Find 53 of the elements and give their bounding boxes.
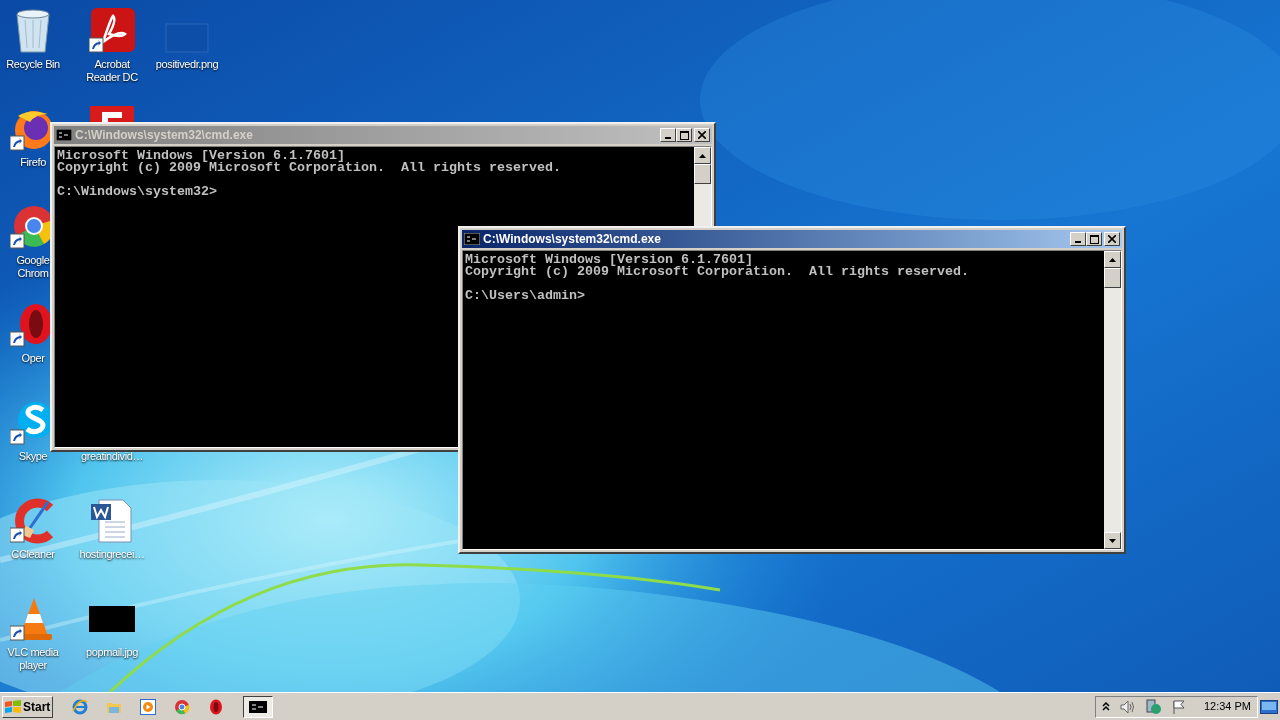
brush-logo-icon — [10, 498, 56, 544]
ring-logo-icon[interactable] — [208, 698, 225, 715]
command-prompt[interactable]: C:\Windows\system32> — [57, 186, 217, 198]
close-button[interactable] — [694, 128, 710, 142]
console-line: Copyright (c) 2009 Microsoft Corporation. All rights reserved. — [465, 266, 969, 278]
minimize-button[interactable] — [660, 128, 676, 142]
maximize-button[interactable] — [1086, 232, 1102, 246]
close-icon — [1108, 235, 1116, 243]
windows-logo-icon — [5, 699, 21, 714]
up-arrow-icon — [1109, 257, 1116, 262]
command-prompt[interactable]: C:\Users\admin> — [465, 290, 585, 302]
browser-ring-icon[interactable] — [174, 698, 191, 715]
down-arrow-icon — [1109, 538, 1116, 543]
pdf-icon — [89, 8, 135, 54]
console-line: Microsoft Windows [Version 6.1.7601] — [465, 254, 753, 266]
document-icon — [89, 498, 135, 544]
maximize-icon — [679, 130, 689, 140]
show-desktop-icon[interactable] — [1260, 699, 1278, 714]
window-title: C:\Windows\system32\cmd.exe — [75, 127, 254, 144]
console-line: Copyright (c) 2009 Microsoft Corporation. All rights reserved. — [57, 162, 561, 174]
icon-label[interactable]: Acrobat Reader DC — [79, 58, 145, 84]
title-bar[interactable]: C:\Windows\system32\cmd.exe — [462, 230, 1122, 248]
network-icon[interactable] — [1145, 698, 1162, 715]
console-icon — [56, 129, 72, 141]
up-arrow-icon — [699, 153, 706, 158]
console-icon — [249, 700, 268, 713]
console-line: Microsoft Windows [Version 6.1.7601] — [57, 150, 345, 162]
scroll-up-button[interactable] — [1104, 251, 1121, 268]
speaker-icon[interactable] — [1119, 699, 1136, 714]
icon-label[interactable]: Oper — [21, 352, 45, 365]
chevron-up-icon[interactable] — [1101, 702, 1110, 711]
flag-icon[interactable] — [1171, 699, 1186, 714]
scrollbar-thumb[interactable] — [1104, 268, 1121, 288]
icon-label[interactable]: Google Chrom — [16, 254, 50, 280]
browser-e-icon[interactable] — [72, 698, 89, 715]
icon-label[interactable]: Firefo — [20, 156, 46, 169]
clock[interactable]: 12:34 PM — [1203, 698, 1251, 715]
icon-label[interactable]: Recycle Bin — [6, 58, 60, 71]
close-button[interactable] — [1104, 232, 1120, 246]
console-icon — [464, 233, 480, 245]
scroll-up-button[interactable] — [694, 147, 711, 164]
taskbar-button[interactable] — [243, 695, 274, 718]
window-title: C:\Windows\system32\cmd.exe — [483, 231, 662, 248]
icon-label[interactable]: positivedr.png — [155, 58, 219, 71]
minimize-button[interactable] — [1070, 232, 1086, 246]
close-icon — [698, 131, 706, 139]
scroll-down-button[interactable] — [1104, 532, 1121, 549]
scrollbar-thumb[interactable] — [694, 164, 711, 184]
app-icon — [90, 106, 134, 122]
maximize-icon — [1089, 234, 1099, 244]
maximize-button[interactable] — [676, 128, 692, 142]
play-icon[interactable] — [140, 698, 157, 715]
start-button[interactable]: Start — [2, 695, 54, 718]
